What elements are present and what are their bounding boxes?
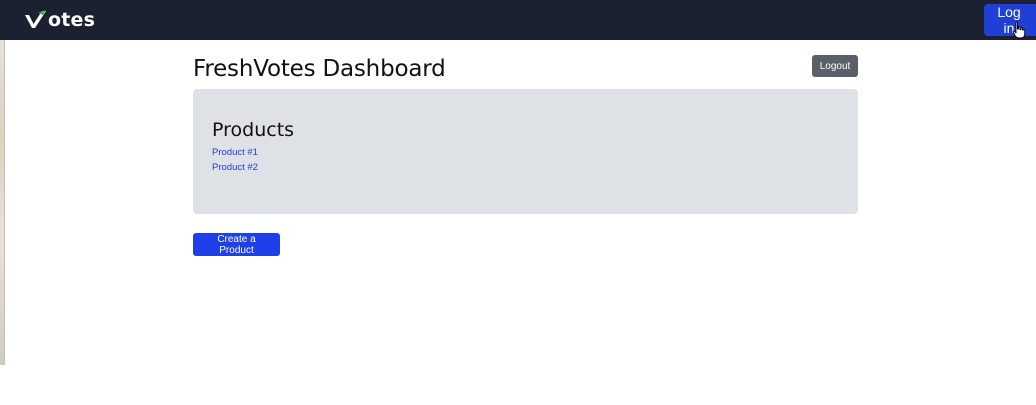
logout-button[interactable]: Logout <box>812 55 858 77</box>
top-navbar: otes Log in <box>0 0 1036 40</box>
window-edge <box>0 40 5 365</box>
page-title: FreshVotes Dashboard <box>193 56 446 82</box>
brand-name: otes <box>48 9 96 31</box>
products-panel: Products Product #1 Product #2 <box>193 89 858 214</box>
create-product-button[interactable]: Create a Product <box>193 233 280 256</box>
products-heading: Products <box>212 119 295 141</box>
check-v-icon <box>25 10 46 28</box>
product-link-1[interactable]: Product #1 <box>212 147 258 158</box>
login-button[interactable]: Log in <box>984 4 1036 36</box>
product-link-2[interactable]: Product #2 <box>212 162 258 173</box>
brand-logo[interactable]: otes <box>24 9 95 31</box>
